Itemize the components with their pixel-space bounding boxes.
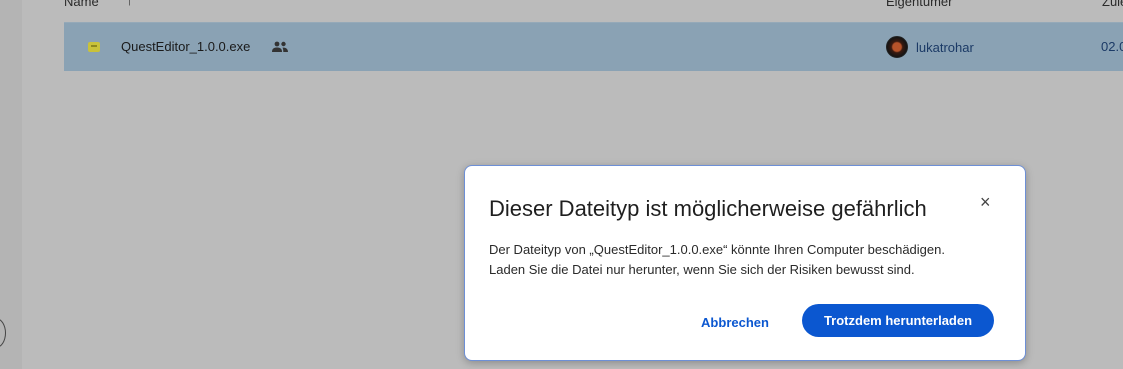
owner-cell: lukatrohar bbox=[886, 36, 974, 58]
exe-file-icon bbox=[88, 42, 100, 52]
sort-arrow-icon[interactable]: ↑ bbox=[126, 0, 133, 8]
avatar bbox=[886, 36, 908, 58]
dialog-title: Dieser Dateityp ist möglicherweise gefäh… bbox=[489, 196, 927, 221]
dialog-body-line-2: Laden Sie die Datei nur herunter, wenn S… bbox=[489, 262, 915, 277]
left-rail bbox=[0, 0, 22, 369]
dialog-body: Der Dateityp von „QuestEditor_1.0.0.exe“… bbox=[489, 240, 1009, 280]
owner-name: lukatrohar bbox=[916, 39, 974, 55]
modified-date: 02.07.2 bbox=[1101, 39, 1123, 54]
column-header-modified[interactable]: Zuletzt bbox=[1102, 0, 1123, 9]
rail-circle-icon[interactable] bbox=[0, 318, 6, 348]
file-row[interactable]: QuestEditor_1.0.0.exe lukatrohar 02.07.2 bbox=[64, 22, 1123, 71]
cancel-button[interactable]: Abbrechen bbox=[685, 306, 785, 338]
people-icon bbox=[272, 41, 288, 52]
column-header-row: Name ↑ Eigentümer Zuletzt bbox=[64, 0, 1123, 16]
download-anyway-button[interactable]: Trotzdem herunterladen bbox=[802, 304, 994, 337]
dangerous-file-dialog: Dieser Dateityp ist möglicherweise gefäh… bbox=[464, 165, 1026, 361]
column-header-name[interactable]: Name bbox=[64, 0, 99, 9]
file-name: QuestEditor_1.0.0.exe bbox=[121, 39, 251, 54]
column-header-owner[interactable]: Eigentümer bbox=[886, 0, 952, 9]
close-icon[interactable]: × bbox=[980, 192, 991, 213]
dialog-body-line-1: Der Dateityp von „QuestEditor_1.0.0.exe“… bbox=[489, 242, 945, 257]
